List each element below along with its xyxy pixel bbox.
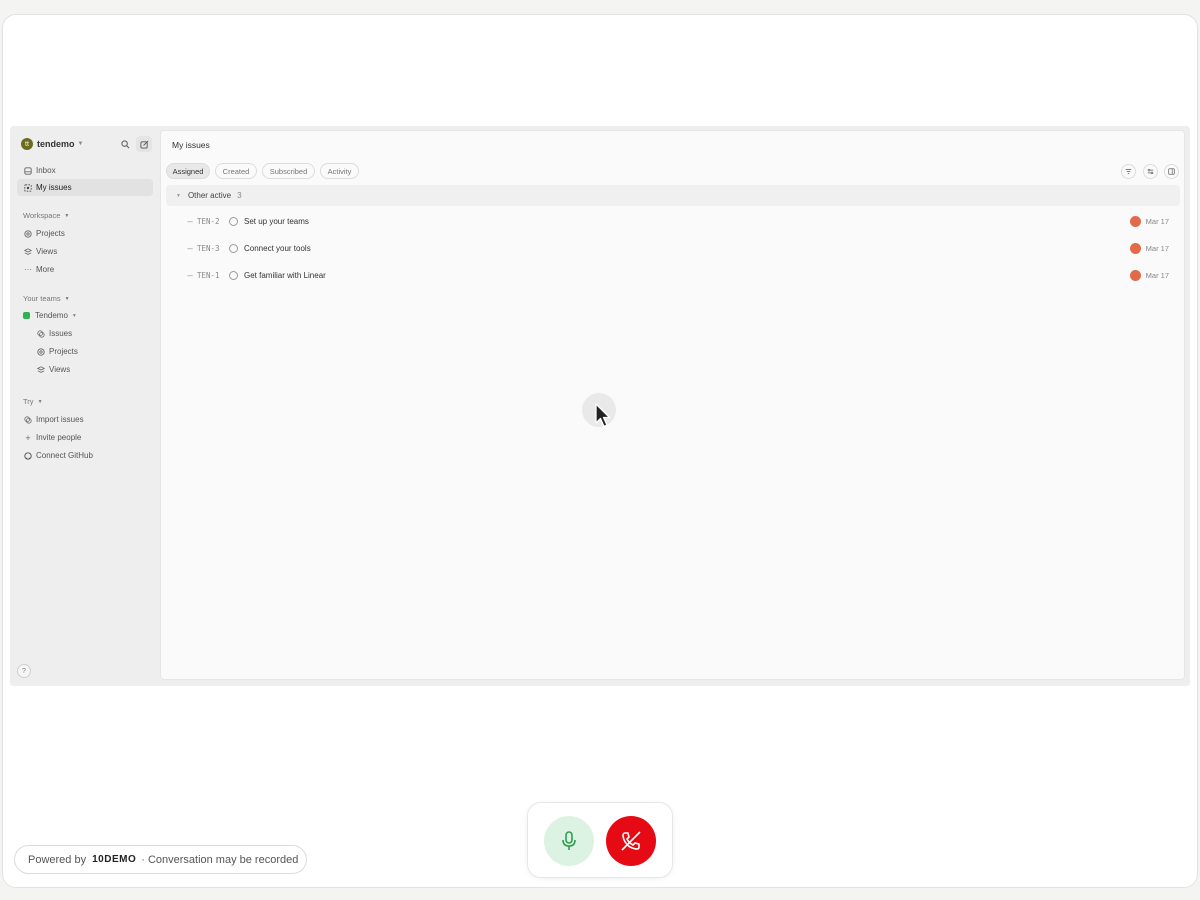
issue-title: Set up your teams <box>244 216 309 226</box>
sidebar-item-label: Projects <box>49 347 78 356</box>
assignee-avatar[interactable] <box>1129 269 1141 281</box>
chevron-down-icon: ▼ <box>77 141 84 147</box>
priority-icon[interactable]: --- <box>187 271 193 280</box>
issue-group-header[interactable]: ▼ Other active 3 <box>166 185 1180 206</box>
section-your-teams[interactable]: Your teams ▼ <box>23 294 70 303</box>
assignee-avatar[interactable] <box>1129 242 1141 254</box>
sidebar: tt tendemo ▼ Inbox My issues Workspace ▼ … <box>10 126 160 686</box>
page-title: My issues <box>172 140 210 150</box>
views-icon <box>23 247 33 257</box>
views-icon <box>36 365 46 375</box>
search-icon[interactable] <box>119 138 131 150</box>
issue-date: Mar 17 <box>1145 216 1169 226</box>
display-options-icon[interactable] <box>1143 164 1158 179</box>
mouse-cursor-icon <box>594 403 612 434</box>
sidebar-item-import-issues[interactable]: Import issues <box>17 411 153 428</box>
end-call-button[interactable] <box>606 816 656 866</box>
tab-subscribed[interactable]: Subscribed <box>262 163 315 179</box>
section-label: Try <box>23 397 34 406</box>
more-icon: ··· <box>24 265 32 274</box>
assignee-avatar[interactable] <box>1129 215 1141 227</box>
sidebar-item-issues[interactable]: Issues <box>30 325 153 342</box>
sidebar-item-label: Views <box>49 365 71 374</box>
projects-icon <box>23 229 33 239</box>
issue-title: Get familiar with Linear <box>244 270 326 280</box>
filter-icon[interactable] <box>1121 164 1136 179</box>
chevron-down-icon: ▼ <box>176 192 181 199</box>
tab-activity[interactable]: Activity <box>320 163 359 179</box>
issue-id: TEN-2 <box>197 216 220 226</box>
status-icon[interactable] <box>229 216 238 226</box>
powered-prefix: Powered by <box>28 853 87 866</box>
caret-down-icon: ▼ <box>37 398 43 405</box>
sidebar-item-connect-github[interactable]: Connect GitHub <box>17 447 153 464</box>
issue-id: TEN-1 <box>197 270 220 280</box>
sidebar-item-label: Invite people <box>36 433 82 442</box>
sidebar-item-label: Projects <box>36 229 65 238</box>
recording-notice: · Conversation may be recorded <box>141 853 299 866</box>
my-issues-icon <box>23 183 33 193</box>
workspace-name: tendemo <box>37 139 75 149</box>
import-icon <box>23 415 33 425</box>
issue-date: Mar 17 <box>1145 243 1169 253</box>
sidebar-item-team-views[interactable]: Views <box>30 361 153 378</box>
sidebar-item-label: Inbox <box>36 166 56 175</box>
projects-icon <box>36 347 46 357</box>
sidebar-item-my-issues[interactable]: My issues <box>17 179 153 196</box>
section-try[interactable]: Try ▼ <box>23 397 43 406</box>
sidebar-item-label: Connect GitHub <box>36 451 93 460</box>
status-icon[interactable] <box>229 243 238 253</box>
status-icon[interactable] <box>229 270 238 280</box>
issue-row[interactable]: --- TEN-1 Get familiar with Linear Mar 1… <box>166 265 1180 285</box>
plus-icon: + <box>25 432 31 443</box>
section-workspace[interactable]: Workspace ▼ <box>23 211 69 220</box>
tab-assigned[interactable]: Assigned <box>166 163 210 179</box>
group-label: Other active <box>187 191 232 200</box>
sidebar-item-label: More <box>36 265 55 274</box>
caret-down-icon: ▼ <box>64 295 70 302</box>
priority-icon[interactable]: --- <box>187 244 193 253</box>
team-name: Tendemo <box>35 311 68 320</box>
issue-title: Connect your tools <box>244 243 311 253</box>
issue-id: TEN-3 <box>197 243 220 253</box>
sidebar-item-invite-people[interactable]: + Invite people <box>17 429 153 446</box>
sidebar-item-team-tendemo[interactable]: Tendemo ▼ <box>17 307 153 324</box>
microphone-icon <box>562 831 576 850</box>
issue-date: Mar 17 <box>1145 270 1169 280</box>
brand-logo: 10DEMO <box>92 854 137 865</box>
priority-icon[interactable]: --- <box>187 217 193 226</box>
mute-button[interactable] <box>544 816 594 866</box>
issue-row[interactable]: --- TEN-3 Connect your tools Mar 17 <box>166 238 1180 258</box>
sidebar-item-projects[interactable]: Projects <box>17 225 153 242</box>
caret-down-icon: ▼ <box>64 212 70 219</box>
sidebar-item-views[interactable]: Views <box>17 243 153 260</box>
workspace-switcher[interactable]: tt tendemo ▼ <box>21 137 83 151</box>
sidebar-item-more[interactable]: ··· More <box>17 261 153 278</box>
phone-off-icon <box>621 831 641 851</box>
new-issue-icon[interactable] <box>136 136 152 152</box>
sidebar-item-label: Issues <box>49 329 73 338</box>
sidebar-item-label: My issues <box>36 183 72 192</box>
inbox-icon <box>23 166 33 176</box>
section-label: Workspace <box>23 211 61 220</box>
sidebar-item-team-projects[interactable]: Projects <box>30 343 153 360</box>
help-button[interactable]: ? <box>17 664 31 678</box>
main-panel: My issues Assigned Created Subscribed Ac… <box>160 130 1185 680</box>
tab-created[interactable]: Created <box>215 163 257 179</box>
issue-row[interactable]: --- TEN-2 Set up your teams Mar 17 <box>166 211 1180 231</box>
github-icon <box>23 451 33 461</box>
sidebar-item-label: Views <box>36 247 58 256</box>
sidebar-item-label: Import issues <box>36 415 84 424</box>
section-label: Your teams <box>23 294 61 303</box>
group-count: 3 <box>237 191 242 200</box>
caret-down-icon: ▼ <box>71 312 77 319</box>
sidebar-item-inbox[interactable]: Inbox <box>17 162 153 179</box>
workspace-avatar: tt <box>21 138 33 150</box>
call-controls <box>527 802 673 878</box>
sidebar-toggle-icon[interactable] <box>1164 164 1179 179</box>
issues-icon <box>36 329 46 339</box>
powered-by-badge: Powered by 10DEMO · Conversation may be … <box>14 845 307 874</box>
team-color-icon <box>23 312 30 319</box>
